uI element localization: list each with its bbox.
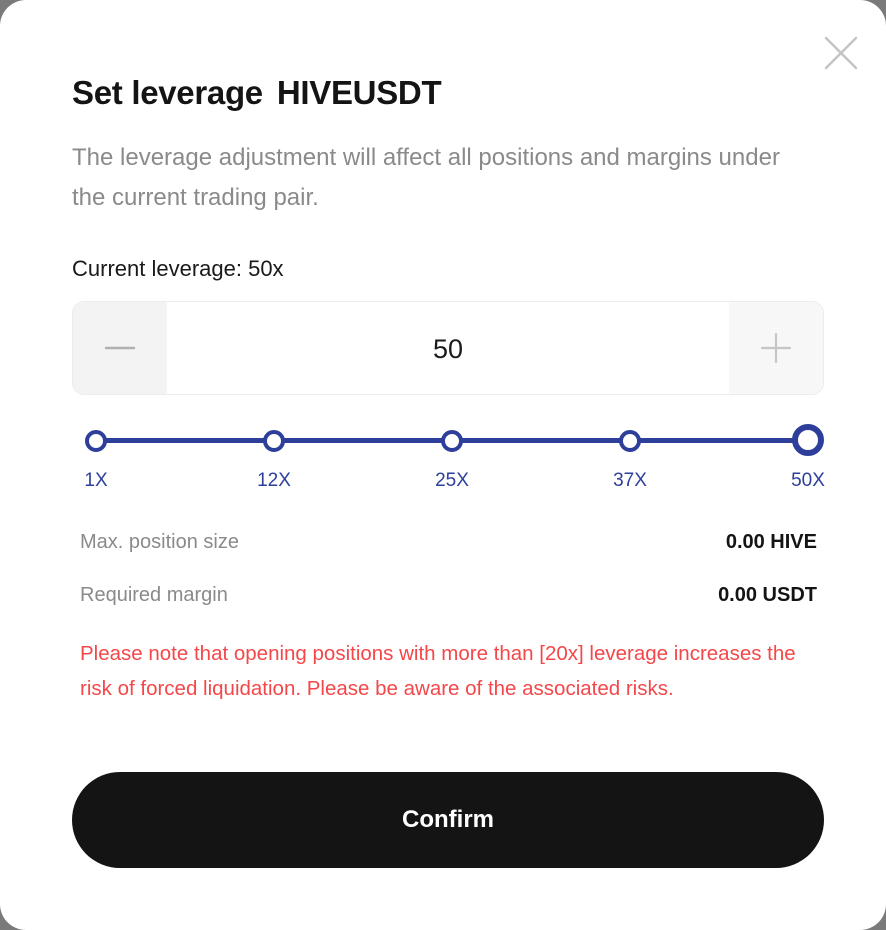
max-position-label: Max. position size	[80, 531, 239, 553]
max-position-row: Max. position size 0.00 HIVE	[80, 531, 817, 554]
trading-pair: HIVEUSDT	[276, 74, 442, 111]
leverage-input[interactable]	[167, 302, 729, 394]
increase-button[interactable]	[729, 302, 823, 394]
slider-label-12x[interactable]: 12X	[257, 470, 291, 492]
slider-label-50x[interactable]: 50X	[791, 470, 825, 492]
minus-icon	[104, 346, 136, 350]
leverage-slider[interactable]: 1X 12X 25X 37X 50X	[72, 420, 832, 500]
plus-icon	[760, 332, 792, 364]
current-leverage: Current leverage: 50x	[72, 256, 284, 281]
required-margin-value: 0.00 USDT	[718, 584, 817, 606]
title-text: Set leverage	[72, 74, 263, 111]
risk-warning: Please note that opening positions with …	[80, 642, 796, 700]
leverage-dialog: Set leverage HIVEUSDT The leverage adjust…	[0, 0, 886, 930]
confirm-button[interactable]: Confirm	[72, 772, 824, 868]
slider-mark-1x[interactable]	[85, 430, 107, 452]
decrease-button[interactable]	[73, 302, 167, 394]
close-icon	[824, 36, 858, 70]
slider-label-37x[interactable]: 37X	[613, 470, 647, 492]
slider-label-25x[interactable]: 25X	[435, 470, 469, 492]
slider-mark-50x[interactable]	[792, 424, 824, 456]
slider-mark-12x[interactable]	[263, 430, 285, 452]
slider-mark-25x[interactable]	[441, 430, 463, 452]
slider-label-1x[interactable]: 1X	[84, 470, 107, 492]
max-position-value: 0.00 HIVE	[725, 531, 817, 553]
dialog-title: Set leverage HIVEUSDT	[72, 74, 442, 112]
required-margin-row: Required margin 0.00 USDT	[80, 584, 817, 607]
dialog-description: The leverage adjustment will affect all …	[72, 144, 780, 211]
slider-mark-37x[interactable]	[619, 430, 641, 452]
leverage-stepper	[72, 301, 824, 395]
close-button[interactable]	[822, 34, 860, 72]
required-margin-label: Required margin	[80, 584, 228, 606]
